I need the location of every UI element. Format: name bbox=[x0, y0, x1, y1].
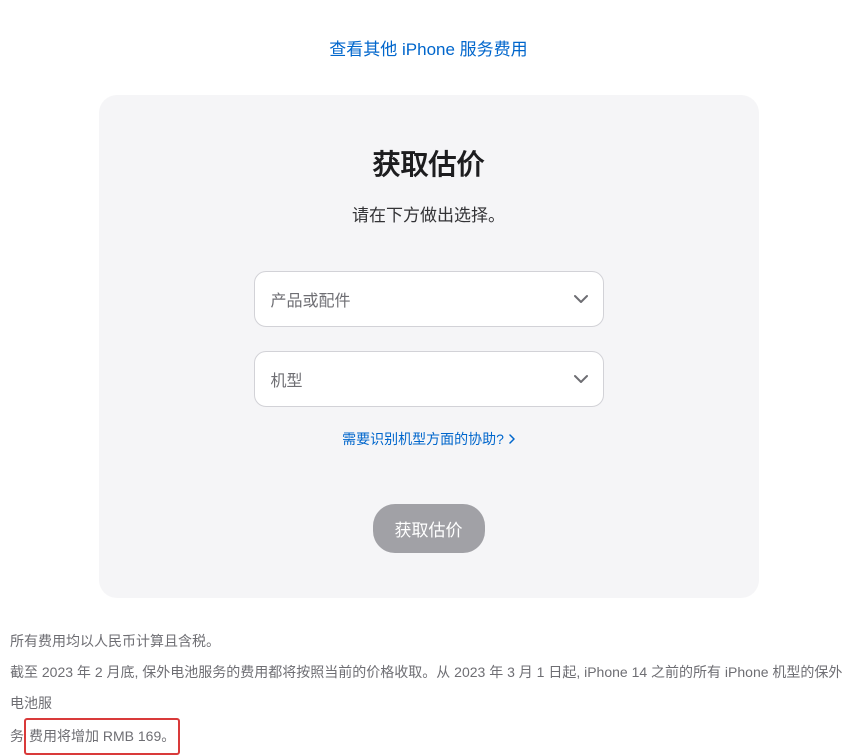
footer-line2: 截至 2023 年 2 月底, 保外电池服务的费用都将按照当前的价格收取。从 2… bbox=[10, 657, 847, 755]
identify-model-help-link[interactable]: 需要识别机型方面的协助? bbox=[342, 429, 515, 449]
price-increase-highlight: 费用将增加 RMB 169。 bbox=[24, 718, 180, 755]
footer-text: 所有费用均以人民币计算且含税。 截至 2023 年 2 月底, 保外电池服务的费… bbox=[0, 598, 857, 755]
other-services-link[interactable]: 查看其他 iPhone 服务费用 bbox=[329, 40, 527, 59]
product-select[interactable]: 产品或配件 bbox=[254, 271, 604, 327]
chevron-right-icon bbox=[509, 431, 515, 447]
footer-line1: 所有费用均以人民币计算且含税。 bbox=[10, 626, 847, 657]
footer-line2b: 务 bbox=[10, 728, 24, 744]
product-select-placeholder: 产品或配件 bbox=[271, 287, 351, 311]
card-title: 获取估价 bbox=[139, 143, 719, 183]
card-subtitle: 请在下方做出选择。 bbox=[139, 201, 719, 226]
model-select-wrap: 机型 bbox=[254, 351, 604, 407]
footer-line2a: 截至 2023 年 2 月底, 保外电池服务的费用都将按照当前的价格收取。从 2… bbox=[10, 664, 842, 711]
help-link-label: 需要识别机型方面的协助? bbox=[342, 429, 504, 449]
estimate-card: 获取估价 请在下方做出选择。 产品或配件 机型 需要识别机型方面的协助? 获取估… bbox=[99, 95, 759, 598]
top-link-container: 查看其他 iPhone 服务费用 bbox=[0, 35, 857, 60]
submit-row: 获取估价 bbox=[139, 504, 719, 553]
model-select[interactable]: 机型 bbox=[254, 351, 604, 407]
product-select-wrap: 产品或配件 bbox=[254, 271, 604, 327]
get-estimate-button[interactable]: 获取估价 bbox=[373, 504, 485, 553]
model-select-placeholder: 机型 bbox=[271, 367, 303, 391]
